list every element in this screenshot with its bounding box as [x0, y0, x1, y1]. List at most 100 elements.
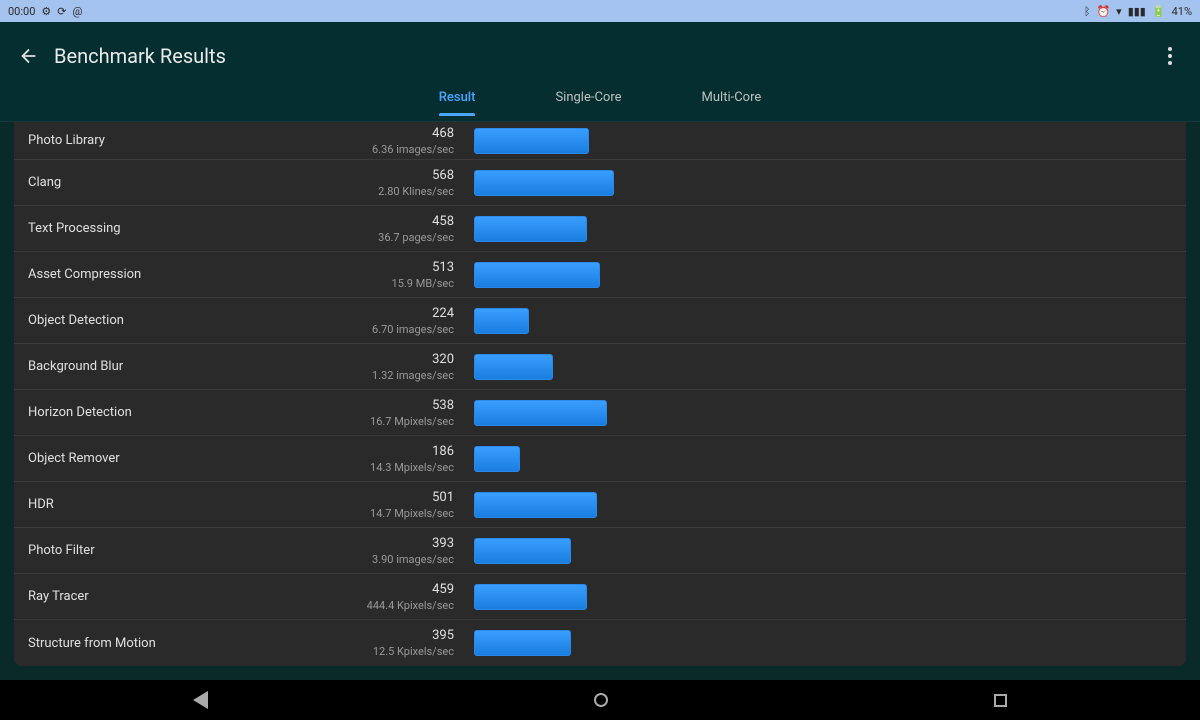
- result-bar: [474, 492, 597, 518]
- status-battery: 41%: [1172, 5, 1192, 18]
- result-score: 538: [314, 398, 454, 413]
- result-bar: [474, 354, 553, 380]
- result-subtext: 16.7 Mpixels/sec: [314, 415, 454, 428]
- result-bar-col: [474, 308, 1186, 334]
- result-row[interactable]: Photo Library468 6.36 images/sec: [14, 122, 1186, 160]
- result-bar: [474, 400, 607, 426]
- result-name: Clang: [14, 175, 314, 190]
- result-name: Structure from Motion: [14, 636, 314, 651]
- result-subtext: 444.4 Kpixels/sec: [314, 599, 454, 612]
- tab-result[interactable]: Result: [439, 90, 476, 115]
- result-name: Background Blur: [14, 359, 314, 374]
- result-score-col: 458 36.7 pages/sec: [314, 214, 474, 244]
- result-bar: [474, 538, 571, 564]
- result-row[interactable]: Photo Filter393 3.90 images/sec: [14, 528, 1186, 574]
- result-score-col: 538 16.7 Mpixels/sec: [314, 398, 474, 428]
- tab-multi-core[interactable]: Multi-Core: [702, 90, 762, 115]
- result-score: 224: [314, 306, 454, 321]
- result-bar: [474, 308, 529, 334]
- nav-back-icon[interactable]: [193, 691, 208, 709]
- result-bar-col: [474, 446, 1186, 472]
- settings-icon: ⚙: [41, 5, 51, 18]
- result-bar-col: [474, 354, 1186, 380]
- page-title: Benchmark Results: [54, 44, 226, 68]
- result-bar: [474, 216, 587, 242]
- result-name: HDR: [14, 497, 314, 512]
- result-score: 501: [314, 490, 454, 505]
- result-name: Object Detection: [14, 313, 314, 328]
- result-bar-col: [474, 492, 1186, 518]
- alarm-off-icon: ⏰: [1096, 5, 1110, 18]
- result-name: Object Remover: [14, 451, 314, 466]
- result-score: 459: [314, 582, 454, 597]
- result-row[interactable]: Horizon Detection538 16.7 Mpixels/sec: [14, 390, 1186, 436]
- result-score-col: 393 3.90 images/sec: [314, 536, 474, 566]
- result-score: 320: [314, 352, 454, 367]
- nav-recent-icon[interactable]: [994, 694, 1007, 707]
- result-score: 395: [314, 628, 454, 643]
- signal-icon: ▮▮▮: [1128, 5, 1146, 18]
- result-bar-col: [474, 400, 1186, 426]
- result-bar: [474, 584, 587, 610]
- android-nav-bar: [0, 680, 1200, 720]
- result-row[interactable]: Clang568 2.80 Klines/sec: [14, 160, 1186, 206]
- result-subtext: 36.7 pages/sec: [314, 231, 454, 244]
- result-bar: [474, 128, 589, 154]
- result-score-col: 224 6.70 images/sec: [314, 306, 474, 336]
- result-bar: [474, 446, 520, 472]
- rotate-icon: ⟳: [57, 5, 66, 18]
- result-bar-col: [474, 216, 1186, 242]
- result-subtext: 3.90 images/sec: [314, 553, 454, 566]
- result-bar-col: [474, 630, 1186, 656]
- result-score-col: 320 1.32 images/sec: [314, 352, 474, 382]
- tab-bar: Result Single-Core Multi-Core: [0, 90, 1200, 122]
- status-time: 00:00: [8, 5, 35, 18]
- result-row[interactable]: Text Processing458 36.7 pages/sec: [14, 206, 1186, 252]
- result-score-col: 568 2.80 Klines/sec: [314, 168, 474, 198]
- result-bar-col: [474, 170, 1186, 196]
- result-row[interactable]: Background Blur320 1.32 images/sec: [14, 344, 1186, 390]
- result-name: Horizon Detection: [14, 405, 314, 420]
- result-subtext: 2.80 Klines/sec: [314, 185, 454, 198]
- result-score: 568: [314, 168, 454, 183]
- result-name: Text Processing: [14, 221, 314, 236]
- result-row[interactable]: Structure from Motion395 12.5 Kpixels/sec: [14, 620, 1186, 666]
- result-name: Photo Filter: [14, 543, 314, 558]
- status-bar: 00:00 ⚙ ⟳ @ ᛒ ⏰ ▾ ▮▮▮ 🔋 41%: [0, 0, 1200, 22]
- result-subtext: 15.9 MB/sec: [314, 277, 454, 290]
- result-subtext: 12.5 Kpixels/sec: [314, 645, 454, 658]
- result-row[interactable]: Ray Tracer459 444.4 Kpixels/sec: [14, 574, 1186, 620]
- result-score-col: 395 12.5 Kpixels/sec: [314, 628, 474, 658]
- nav-home-icon[interactable]: [594, 693, 608, 707]
- results-card: Photo Library468 6.36 images/sec Clang568 2…: [14, 122, 1186, 666]
- result-score-col: 51315.9 MB/sec: [314, 260, 474, 290]
- result-row[interactable]: HDR501 14.7 Mpixels/sec: [14, 482, 1186, 528]
- result-score: 186: [314, 444, 454, 459]
- battery-icon: 🔋: [1152, 5, 1166, 18]
- result-score: 468: [314, 126, 454, 141]
- result-bar-col: [474, 262, 1186, 288]
- result-subtext: 6.70 images/sec: [314, 323, 454, 336]
- result-subtext: 6.36 images/sec: [314, 143, 454, 156]
- result-subtext: 1.32 images/sec: [314, 369, 454, 382]
- result-subtext: 14.7 Mpixels/sec: [314, 507, 454, 520]
- result-score-col: 468 6.36 images/sec: [314, 126, 474, 156]
- tab-single-core[interactable]: Single-Core: [555, 90, 621, 115]
- overflow-menu-icon[interactable]: [1160, 46, 1180, 66]
- result-score-col: 459 444.4 Kpixels/sec: [314, 582, 474, 612]
- result-name: Photo Library: [14, 133, 314, 148]
- result-row[interactable]: Asset Compression51315.9 MB/sec: [14, 252, 1186, 298]
- result-row[interactable]: Object Remover186 14.3 Mpixels/sec: [14, 436, 1186, 482]
- app-bar: Benchmark Results: [0, 22, 1200, 90]
- result-score: 458: [314, 214, 454, 229]
- result-bar-col: [474, 128, 1186, 154]
- result-subtext: 14.3 Mpixels/sec: [314, 461, 454, 474]
- bluetooth-icon: ᛒ: [1084, 5, 1091, 18]
- result-bar: [474, 630, 571, 656]
- result-bar-col: [474, 538, 1186, 564]
- result-name: Ray Tracer: [14, 589, 314, 604]
- result-row[interactable]: Object Detection224 6.70 images/sec: [14, 298, 1186, 344]
- result-score-col: 501 14.7 Mpixels/sec: [314, 490, 474, 520]
- result-score: 393: [314, 536, 454, 551]
- back-arrow-icon[interactable]: [18, 45, 40, 67]
